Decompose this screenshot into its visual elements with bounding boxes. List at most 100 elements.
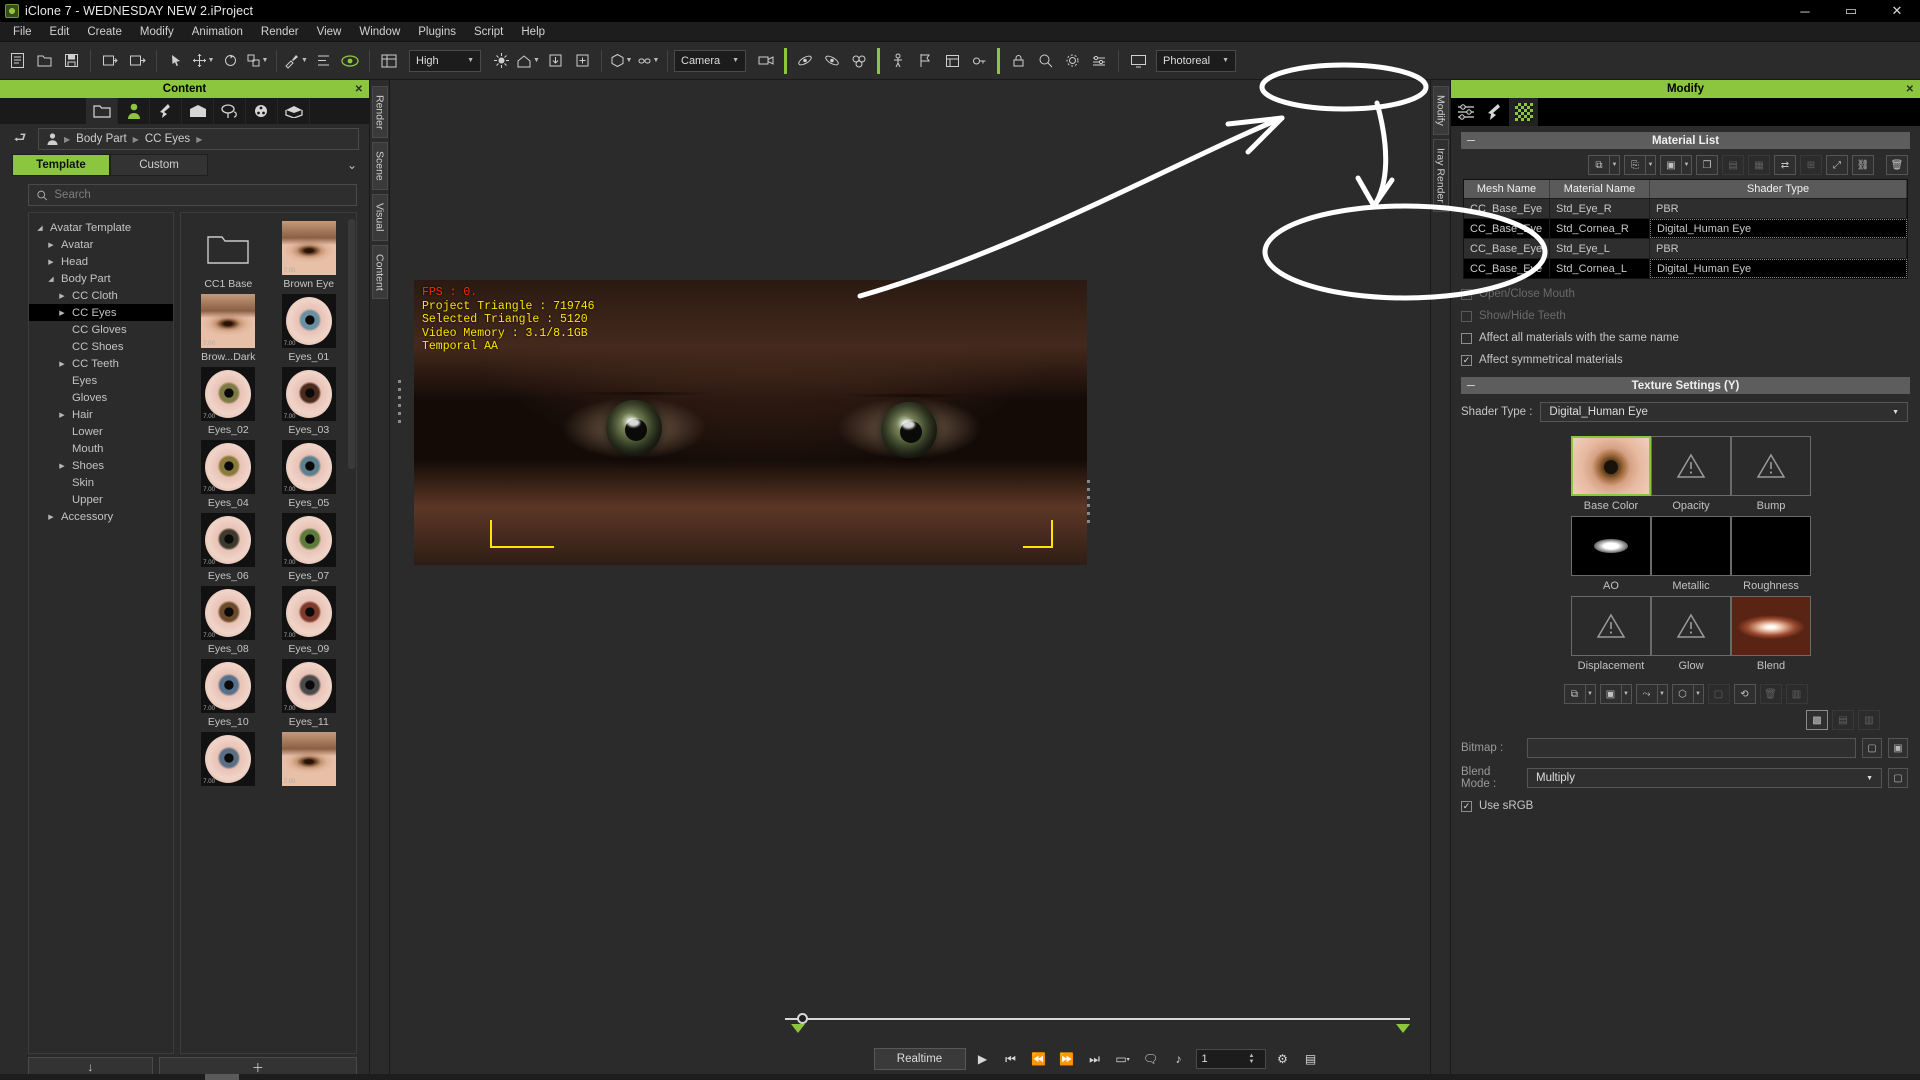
rewind-icon[interactable]: ⏪ <box>1028 1048 1050 1070</box>
range-icon[interactable]: ▭ ▾ <box>1112 1048 1134 1070</box>
chevron-down-icon-7[interactable]: ▼ <box>653 57 660 64</box>
rotate-tool-icon[interactable] <box>217 48 243 74</box>
vtab-iray-render[interactable]: Iray Render <box>1432 138 1449 212</box>
save-texture-group[interactable]: ▣ ▼ <box>1599 684 1632 704</box>
asset-thumbnail[interactable]: 7.00 Eyes_10 <box>191 659 266 728</box>
tree-item-skin[interactable]: Skin <box>29 474 173 491</box>
new-project-icon[interactable] <box>4 48 30 74</box>
texture-map-thumbnail-ao[interactable] <box>1571 516 1651 576</box>
vtab-scene[interactable]: Scene <box>371 142 388 191</box>
timeline-track[interactable] <box>785 1013 1410 1033</box>
export-icon[interactable] <box>124 48 150 74</box>
chevron-down-load-tex[interactable]: ▼ <box>1585 684 1596 704</box>
tree-item-gloves[interactable]: Gloves <box>29 389 173 406</box>
bitmap-clear-icon[interactable]: ▣ <box>1888 738 1908 758</box>
paste-material-icon[interactable]: ⎘ <box>1624 155 1646 175</box>
zoom-icon[interactable] <box>1032 48 1058 74</box>
vtab-modify[interactable]: Modify <box>1432 86 1449 135</box>
vtab-visual[interactable]: Visual <box>371 194 388 241</box>
material-list-section-header[interactable]: ─ Material List <box>1461 132 1910 149</box>
expand-arrow-icon[interactable]: ▶ <box>46 258 56 266</box>
lock-icon[interactable] <box>1005 48 1031 74</box>
import-icon[interactable] <box>97 48 123 74</box>
render-viewport[interactable]: FPS : 0. Project Triangle : 719746 Selec… <box>414 280 1087 565</box>
tab-custom[interactable]: Custom <box>110 154 208 176</box>
tab-template[interactable]: Template <box>12 154 110 176</box>
tab-motion[interactable] <box>150 98 182 124</box>
expand-arrow-icon[interactable]: ▶ <box>57 411 67 419</box>
chevron-down-copy[interactable]: ▼ <box>1610 155 1620 175</box>
display-settings-icon[interactable] <box>1086 48 1112 74</box>
chevron-down-save-tex[interactable]: ▼ <box>1621 684 1632 704</box>
tab-folder[interactable] <box>86 98 118 124</box>
minimize-button[interactable]: ─ <box>1782 0 1828 22</box>
menu-help[interactable]: Help <box>512 24 554 40</box>
settings-gear-icon[interactable] <box>1059 48 1085 74</box>
texture-map-thumbnail-opacity[interactable] <box>1651 436 1731 496</box>
realtime-button[interactable]: Realtime <box>873 1048 966 1070</box>
tab-scene[interactable] <box>182 98 214 124</box>
tab-motion-modify[interactable] <box>1480 98 1509 126</box>
link-material-icon[interactable]: ⛓ <box>1852 155 1874 175</box>
fast-forward-icon[interactable]: ⏩ <box>1056 1048 1078 1070</box>
tree-item-cc-teeth[interactable]: ▶ CC Teeth <box>29 355 173 372</box>
texture-map-thumbnail-base-color[interactable] <box>1571 436 1651 496</box>
checkbox-icon[interactable]: ✓ <box>1461 354 1472 366</box>
blend-extra-icon[interactable]: ▢ <box>1888 768 1908 788</box>
expand-arrow-icon[interactable]: ▶ <box>57 360 67 368</box>
checkbox-row-affect-all-materials-with-the-same-name[interactable]: Affect all materials with the same name <box>1451 327 1920 349</box>
open-project-icon[interactable] <box>31 48 57 74</box>
close-icon-modify[interactable]: ✕ <box>1906 84 1914 95</box>
expand-arrow-icon[interactable]: ▶ <box>57 292 67 300</box>
thumbnail-scrollbar[interactable] <box>348 219 355 469</box>
viewport-splitter-right[interactable] <box>1087 480 1090 528</box>
tree-item-cc-eyes[interactable]: ▶ CC Eyes <box>29 304 173 321</box>
asset-thumbnail[interactable]: 7.00 Eyes_01 <box>272 294 347 363</box>
menu-edit[interactable]: Edit <box>41 24 79 40</box>
bitmap-input[interactable] <box>1527 738 1856 758</box>
tree-item-eyes[interactable]: Eyes <box>29 372 173 389</box>
chevron-down-icon-5[interactable]: ▼ <box>533 57 540 64</box>
asset-thumbnail[interactable]: 7.00 Eyes_11 <box>272 659 347 728</box>
collapse-icon-material[interactable]: ─ <box>1467 135 1475 147</box>
flag-icon[interactable] <box>912 48 938 74</box>
material-table-row[interactable]: CC_Base_Eye Std_Eye_R PBR <box>1464 198 1907 218</box>
tab-material[interactable] <box>1509 98 1538 126</box>
tree-item-body-part[interactable]: ◢ Body Part <box>29 270 173 287</box>
texture-map-cell[interactable]: Blend <box>1731 596 1811 672</box>
quality-dropdown[interactable]: High ▼ <box>409 49 481 72</box>
chevron-down-paste[interactable]: ▼ <box>1646 155 1656 175</box>
tree-item-avatar[interactable]: ▶ Avatar <box>29 236 173 253</box>
shader-type-dropdown[interactable]: Digital_Human Eye ▼ <box>1540 402 1908 422</box>
monitor-icon[interactable] <box>1125 48 1151 74</box>
texture-map-thumbnail-bump[interactable] <box>1731 436 1811 496</box>
tree-item-lower[interactable]: Lower <box>29 423 173 440</box>
expand-arrow-icon[interactable]: ▶ <box>57 309 67 317</box>
back-button[interactable]: ⮐ <box>10 129 30 149</box>
uv-texture-group[interactable]: ⬡ ▼ <box>1671 684 1704 704</box>
reset-texture-icon[interactable]: ⟲ <box>1733 684 1756 704</box>
menu-modify[interactable]: Modify <box>131 24 183 40</box>
asset-thumbnail[interactable]: 7.00 Eyes_04 <box>191 440 266 509</box>
close-icon[interactable]: ✕ <box>355 84 363 95</box>
menu-window[interactable]: Window <box>350 24 409 40</box>
home-view-icon[interactable]: ▼ <box>515 48 541 74</box>
render-mode-dropdown[interactable]: Photoreal ▼ <box>1156 49 1236 72</box>
tree-item-upper[interactable]: Upper <box>29 491 173 508</box>
menu-animation[interactable]: Animation <box>183 24 252 40</box>
search-input[interactable] <box>54 189 348 201</box>
texture-map-thumbnail-displacement[interactable] <box>1571 596 1651 656</box>
speech-bubble-icon[interactable]: 🗨 <box>1140 1048 1162 1070</box>
asset-thumbnail[interactable]: 7.00 Eyes_05 <box>272 440 347 509</box>
asset-thumbnail[interactable]: 7.00 Eyes_06 <box>191 513 266 582</box>
expand-arrow-icon[interactable]: ▶ <box>57 462 67 470</box>
menu-file[interactable]: File <box>4 24 41 40</box>
tree-item-shoes[interactable]: ▶ Shoes <box>29 457 173 474</box>
video-camera-icon[interactable] <box>753 48 779 74</box>
tab-media[interactable] <box>246 98 278 124</box>
save-texture-icon[interactable]: ▣ <box>1599 684 1622 704</box>
particle-icon[interactable] <box>846 48 872 74</box>
tab-avatar[interactable] <box>118 98 150 124</box>
asset-thumbnail[interactable]: 7.00 Brown Eye <box>272 221 347 290</box>
spring-icon[interactable] <box>819 48 845 74</box>
